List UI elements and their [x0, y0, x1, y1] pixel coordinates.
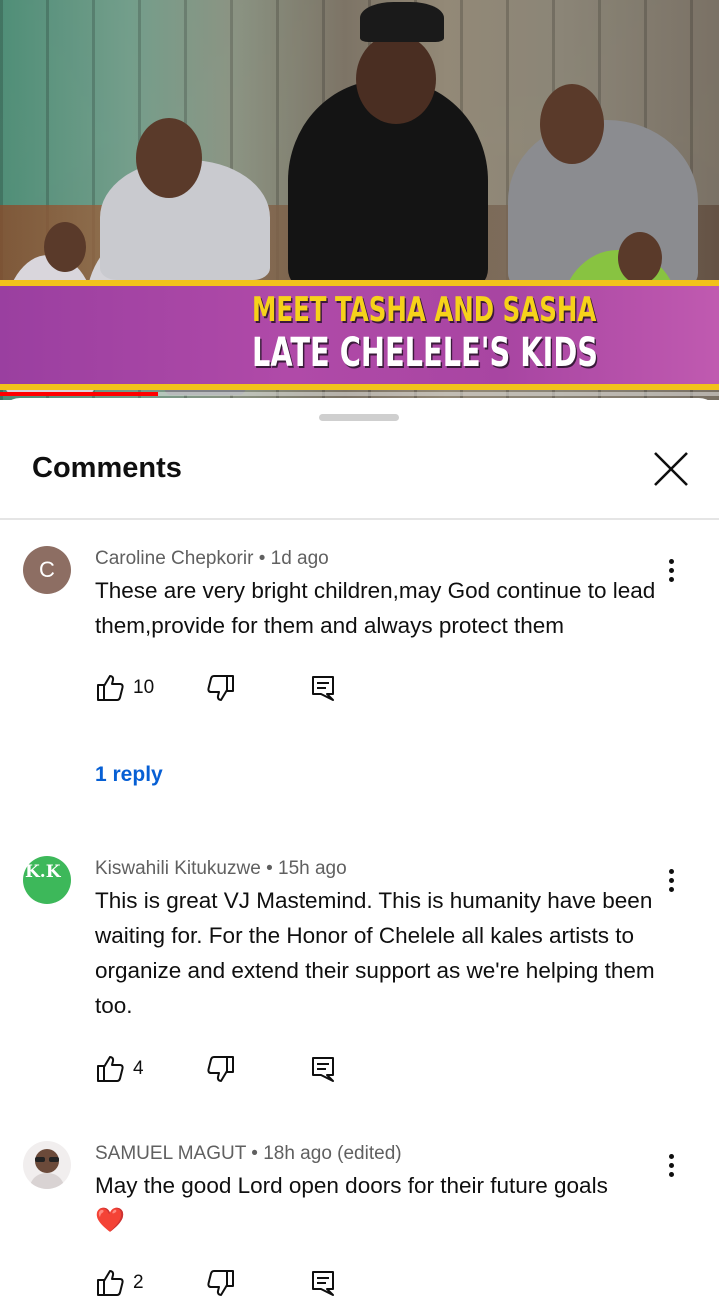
profile-photo-icon — [29, 1149, 65, 1189]
like-button[interactable]: 2 — [95, 1266, 144, 1300]
like-button[interactable]: 10 — [95, 671, 154, 705]
more-dot — [668, 558, 674, 564]
comment-actions: 2 — [95, 1266, 355, 1300]
comment-actions: 4 — [95, 1052, 355, 1086]
thumbs-down-icon — [207, 1056, 234, 1082]
thumbs-down-icon — [207, 675, 234, 701]
video-progress-bar[interactable] — [0, 392, 719, 396]
more-dot — [668, 886, 674, 892]
meta-separator: • — [251, 1143, 258, 1164]
reply-button[interactable] — [310, 1052, 336, 1086]
video-person-head — [136, 118, 202, 198]
comment-text: May the good Lord open doors for their f… — [95, 1168, 675, 1238]
avatar-letter: C — [39, 557, 55, 582]
comment-author[interactable]: SAMUEL MAGUT — [95, 1143, 246, 1164]
reply-button[interactable] — [310, 1266, 336, 1300]
more-dot — [668, 567, 674, 573]
video-progress-fill — [0, 392, 159, 396]
more-dot — [668, 1162, 674, 1168]
like-button[interactable]: 4 — [95, 1052, 144, 1086]
close-icon — [654, 452, 688, 486]
video-person-head — [540, 84, 604, 164]
more-options-button[interactable] — [656, 1145, 686, 1185]
dislike-button[interactable] — [206, 1052, 236, 1086]
video-person-head — [618, 232, 662, 284]
comment-meta: SAMUEL MAGUT • 18h ago (edited) — [95, 1143, 402, 1165]
meta-separator: • — [258, 548, 266, 569]
comment-meta: Caroline Chepkorir • 1d ago — [95, 548, 329, 570]
thumbs-up-icon — [97, 1270, 124, 1296]
more-dot — [668, 1171, 674, 1177]
drag-handle[interactable] — [319, 414, 399, 421]
view-replies-link[interactable]: 1 reply — [95, 763, 163, 787]
video-person — [360, 2, 444, 42]
video-player[interactable]: MEET TASHA AND SASHA LATE CHELELE'S KIDS — [0, 0, 719, 400]
comment-time: 18h ago (edited) — [263, 1143, 402, 1164]
like-count: 4 — [133, 1058, 144, 1079]
dislike-button[interactable] — [206, 671, 236, 705]
comment-text: These are very bright children,may God c… — [95, 578, 656, 638]
like-count: 2 — [133, 1272, 144, 1293]
comment-actions: 10 — [95, 671, 355, 705]
video-person-head — [44, 222, 86, 272]
comment-time: 15h ago — [278, 858, 347, 879]
like-count: 10 — [133, 677, 155, 698]
more-dot — [668, 877, 674, 883]
heart-emoji: ❤️ — [95, 1207, 125, 1234]
reply-icon — [312, 676, 334, 701]
comment-time: 1d ago — [270, 548, 329, 569]
dislike-button[interactable] — [206, 1266, 236, 1300]
comments-sheet: Comments C Caroline Chepkorir • 1d ago T… — [0, 398, 719, 1315]
comment-text-content: May the good Lord open doors for their f… — [95, 1173, 608, 1198]
avatar[interactable]: C — [23, 546, 71, 594]
more-options-button[interactable] — [656, 550, 686, 590]
banner-title: MEET TASHA AND SASHA — [252, 290, 597, 330]
header-divider — [0, 518, 719, 520]
meta-separator: • — [266, 858, 273, 879]
more-dot — [668, 576, 674, 582]
comment-meta: Kiswahili Kitukuzwe • 15h ago — [95, 858, 347, 880]
banner-subtitle: LATE CHELELE'S KIDS — [252, 330, 598, 376]
avatar[interactable]: K.K — [23, 856, 71, 904]
comments-title: Comments — [32, 452, 182, 484]
avatar-letter: K.K — [25, 862, 61, 882]
more-dot — [668, 1153, 674, 1159]
thumbs-up-icon — [97, 1056, 124, 1082]
comment-author[interactable]: Kiswahili Kitukuzwe — [95, 858, 261, 879]
thumbs-down-icon — [207, 1270, 234, 1296]
video-person-head — [356, 34, 436, 124]
thumbs-up-icon — [97, 675, 124, 701]
more-options-button[interactable] — [656, 860, 686, 900]
reply-button[interactable] — [310, 671, 336, 705]
comment-text: This is great VJ Mastemind. This is huma… — [95, 888, 655, 1018]
comment-author[interactable]: Caroline Chepkorir — [95, 548, 253, 569]
reply-icon — [312, 1271, 334, 1296]
more-dot — [668, 868, 674, 874]
avatar[interactable] — [23, 1141, 71, 1189]
reply-icon — [312, 1057, 334, 1082]
close-button[interactable] — [648, 446, 694, 492]
